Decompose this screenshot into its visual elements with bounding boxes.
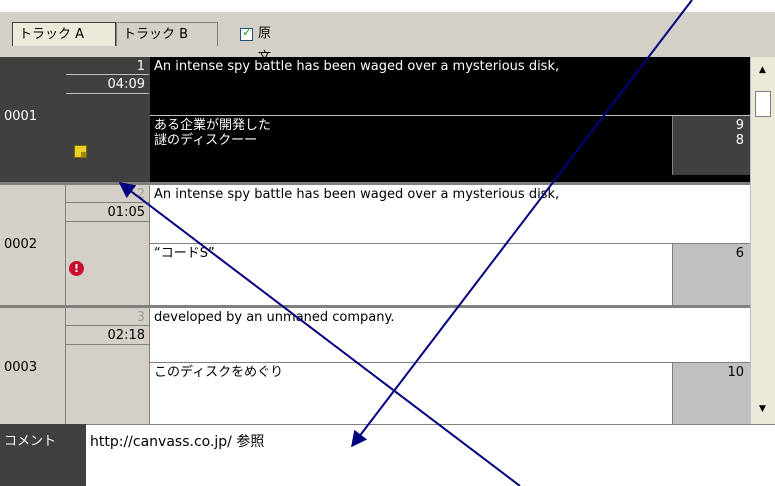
row-text-cell: An intense spy battle has been waged ove… — [150, 185, 750, 305]
comment-label: コメント — [0, 424, 86, 486]
row-id: 0002 — [4, 237, 38, 252]
target-line-2: 謎のディスクーー — [154, 133, 258, 148]
timecode-box: 04:09 — [66, 74, 149, 94]
error-icon[interactable]: ! — [69, 261, 84, 276]
subtitle-row[interactable]: 0002 2 01:05 ! An intense spy battle has… — [0, 182, 750, 305]
segment-number: 1 — [136, 59, 145, 74]
comment-field[interactable]: http://canvass.co.jp/ 参照 — [86, 424, 775, 486]
scroll-up-icon[interactable]: ▲ — [759, 65, 766, 75]
subtitle-grid: 0001 1 04:09 An intense spy battle has b… — [0, 57, 750, 424]
source-text[interactable]: An intense spy battle has been waged ove… — [150, 57, 750, 113]
tab-track-a[interactable]: トラック A — [12, 22, 116, 46]
target-line-1: このディスクをめぐり — [154, 365, 284, 380]
source-text[interactable]: developed by an unmaned company. — [150, 308, 750, 364]
segment-number: 2 — [136, 187, 145, 202]
subtitle-row-selected[interactable]: 0001 1 04:09 An intense spy battle has b… — [0, 57, 750, 182]
char-count-2: 8 — [735, 133, 744, 148]
char-count: 10 — [672, 362, 750, 424]
vertical-scrollbar[interactable]: ▲ ▼ — [750, 57, 775, 424]
row-meta-cell: 1 04:09 — [66, 57, 150, 182]
row-id-cell: 0002 — [0, 185, 66, 305]
row-meta-cell: 2 01:05 ! — [66, 185, 150, 305]
char-count: 6 — [672, 243, 750, 305]
target-line-1: “コードS” — [154, 246, 215, 261]
char-count-1: 6 — [735, 246, 744, 261]
subtitle-row[interactable]: 0003 3 02:18 developed by an unmaned com… — [0, 305, 750, 424]
row-id: 0003 — [4, 360, 38, 375]
char-count-1: 9 — [735, 118, 744, 133]
scroll-thumb[interactable] — [755, 91, 771, 117]
target-line-1: ある企業が開発した — [154, 118, 272, 133]
segment-number: 3 — [136, 310, 145, 325]
char-count: 9 8 — [672, 115, 750, 175]
timecode-box: 02:18 — [66, 325, 149, 345]
target-text[interactable]: “コードS” — [150, 243, 672, 305]
row-id: 0001 — [4, 109, 38, 124]
timecode: 04:09 — [107, 77, 145, 92]
row-id-cell: 0001 — [0, 57, 66, 182]
timecode: 01:05 — [107, 205, 145, 220]
char-count-1: 10 — [727, 365, 744, 380]
target-text[interactable]: このディスクをめぐり — [150, 362, 672, 424]
tab-bar: トラック A トラック B 原文 — [0, 12, 775, 65]
tab-track-b[interactable]: トラック B — [116, 22, 218, 46]
scroll-down-icon[interactable]: ▼ — [759, 404, 766, 414]
note-icon[interactable] — [74, 145, 87, 158]
row-text-cell: developed by an unmaned company. このディスクを… — [150, 308, 750, 424]
target-text[interactable]: ある企業が開発した 謎のディスクーー — [150, 115, 672, 175]
row-text-cell: An intense spy battle has been waged ove… — [150, 57, 750, 182]
timecode-box: 01:05 — [66, 202, 149, 222]
source-text[interactable]: An intense spy battle has been waged ove… — [150, 185, 750, 241]
row-id-cell: 0003 — [0, 308, 66, 424]
subtitle-editor: トラック A トラック B 原文 0001 1 04:09 An intense… — [0, 0, 775, 486]
timecode: 02:18 — [107, 328, 145, 343]
row-meta-cell: 3 02:18 — [66, 308, 150, 424]
source-text-checkbox[interactable] — [240, 25, 253, 41]
